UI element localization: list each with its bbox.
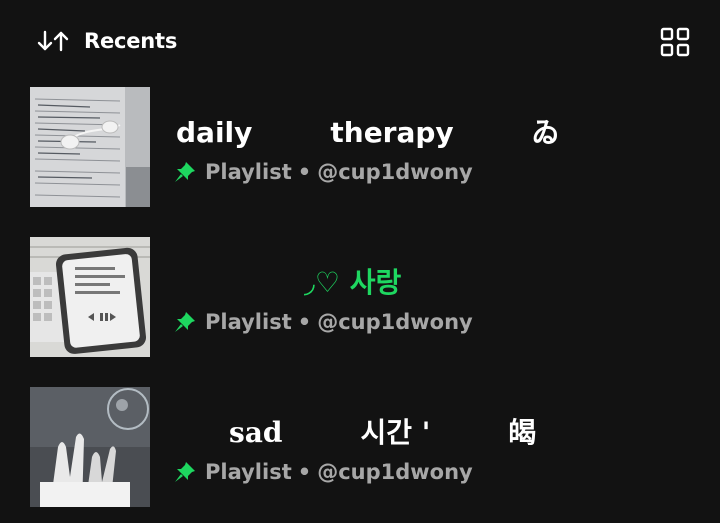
playlist-cover <box>30 87 150 207</box>
pin-icon <box>175 162 195 182</box>
playlist-type: Playlist <box>205 460 292 484</box>
playlist-owner: @cup1dwony <box>317 310 473 334</box>
playlist-meta: Playlist • @cup1dwony <box>172 307 473 337</box>
playlist-meta: Playlist • @cup1dwony <box>172 457 473 487</box>
playlist-meta: Playlist • @cup1dwony <box>172 157 473 187</box>
playlist-owner: @cup1dwony <box>317 160 473 184</box>
playlist-row[interactable]: sad 시간 ' 㿣 Playlist • @cup1dwony <box>0 387 720 511</box>
pin-icon <box>175 462 195 482</box>
playlist-owner: @cup1dwony <box>317 460 473 484</box>
playlist-title: ◞♡ 사랑 <box>304 266 402 299</box>
playlist-cover <box>30 237 150 357</box>
sort-icon[interactable] <box>36 28 70 54</box>
separator-dot: • <box>297 160 312 184</box>
separator-dot: • <box>297 310 312 334</box>
playlist-row[interactable]: daily therapy ゐ Playlist • @cup1dwony <box>0 87 720 211</box>
recents-title[interactable]: Recents <box>84 27 177 55</box>
recents-header: Recents <box>0 0 720 80</box>
playlist-row[interactable]: ◞♡ 사랑 Playlist • @cup1dwony <box>0 237 720 361</box>
playlist-title: sad 시간 ' 㿣 <box>229 416 537 449</box>
grid-view-icon[interactable] <box>658 25 692 59</box>
pin-icon <box>175 312 195 332</box>
playlist-type: Playlist <box>205 160 292 184</box>
playlist-title: daily therapy ゐ <box>176 116 560 149</box>
playlist-type: Playlist <box>205 310 292 334</box>
playlist-cover <box>30 387 150 507</box>
separator-dot: • <box>297 460 312 484</box>
